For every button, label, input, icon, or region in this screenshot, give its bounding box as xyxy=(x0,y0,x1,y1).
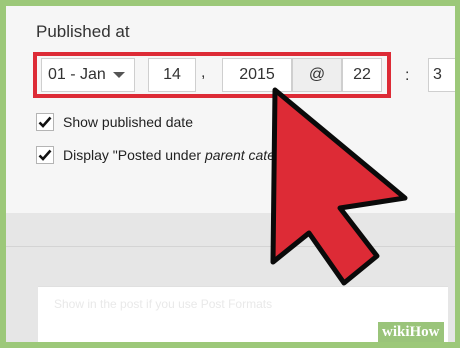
arrow-pointer-icon xyxy=(270,87,408,286)
wikihow-watermark: wikiHow xyxy=(378,322,444,342)
